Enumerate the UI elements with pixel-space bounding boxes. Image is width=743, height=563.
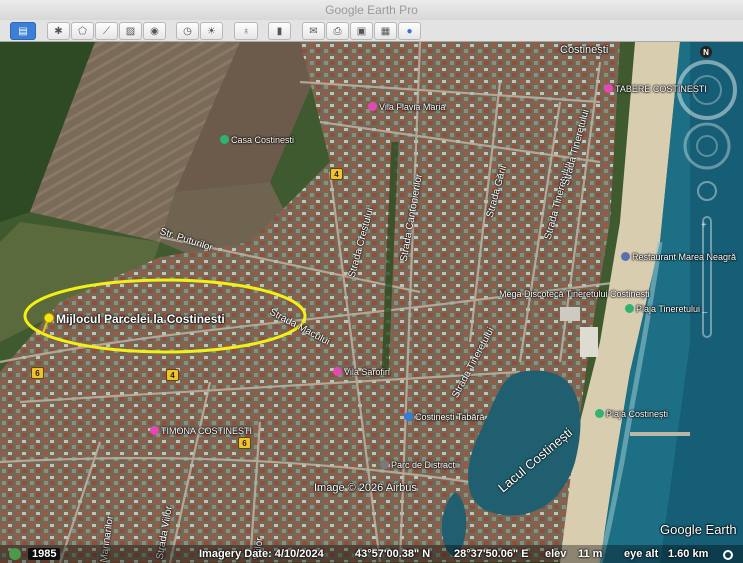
- add-placemark-button[interactable]: ✱: [47, 22, 70, 40]
- map-viewport[interactable]: N + − Costinești Vila Flavia Maria Casa …: [0, 42, 743, 563]
- placemark-label: Mijlocul Parcelei la Costinesti: [56, 312, 225, 326]
- town-label: Costinești: [560, 44, 609, 56]
- imagery-date: Imagery Date: 4/10/2024: [199, 548, 324, 560]
- road-sign: 4: [166, 369, 179, 381]
- path-icon: ⟋: [103, 25, 110, 37]
- zoom-in-icon[interactable]: +: [701, 220, 707, 231]
- ruler-button[interactable]: ▮: [268, 22, 291, 40]
- sidebar-icon: ▤: [18, 25, 28, 37]
- add-polygon-button[interactable]: ⬠: [71, 22, 94, 40]
- ruler-icon: ▮: [276, 25, 283, 37]
- add-path-button[interactable]: ⟋: [95, 22, 118, 40]
- poi-casa-costinesti[interactable]: Casa Costinesti: [220, 135, 294, 145]
- window-title: Google Earth Pro: [325, 3, 418, 17]
- image-overlay-icon: ▨: [125, 25, 136, 37]
- place-icon: [220, 135, 229, 144]
- poi-parc-de-distractii[interactable]: Parc de Distracții: [380, 460, 459, 470]
- save-image-icon: ▣: [356, 25, 367, 37]
- record-tour-icon: ◉: [150, 25, 159, 37]
- globe-icon: ●: [406, 25, 413, 37]
- latitude: 43°57'00.38" N: [355, 548, 431, 560]
- print-button[interactable]: ⎙: [326, 22, 349, 40]
- loading-spinner-icon: [723, 550, 733, 560]
- poi-vila-sarofin[interactable]: Vila Sarofin: [333, 367, 390, 377]
- envelope-icon: ✉: [309, 25, 318, 37]
- status-bar: 1985 Imagery Date: 4/10/2024 43°57'00.38…: [0, 545, 743, 563]
- eye-alt-value: 1.60 km: [668, 548, 709, 560]
- sun-icon: ☀: [207, 25, 216, 37]
- earth-gallery-button[interactable]: ●: [398, 22, 421, 40]
- poi-costinesti-tabara[interactable]: Costinești Tabără: [404, 412, 484, 422]
- record-tour-button[interactable]: ◉: [143, 22, 166, 40]
- historical-year[interactable]: 1985: [28, 548, 61, 560]
- planet-icon: ♁: [242, 25, 250, 37]
- historical-imagery-button[interactable]: ◷: [176, 22, 199, 40]
- sunlight-button[interactable]: ☀: [200, 22, 223, 40]
- map-view-icon: ▦: [380, 25, 391, 37]
- beach-icon: [625, 304, 634, 313]
- restaurant-icon: [621, 252, 630, 261]
- zoom-out-icon[interactable]: −: [702, 308, 708, 319]
- poi-vila-flavia-maria[interactable]: Vila Flavia Maria: [368, 102, 445, 112]
- hotel-icon: [150, 426, 159, 435]
- history-clock-icon[interactable]: [9, 548, 21, 560]
- hotel-icon: [604, 84, 613, 93]
- longitude: 28°37'50.06" E: [454, 548, 529, 560]
- eye-alt-label: eye alt: [624, 548, 659, 560]
- beach-icon: [595, 409, 604, 418]
- printer-icon: ⎙: [333, 25, 342, 37]
- elevation-label: elev: [545, 548, 567, 560]
- sidebar-toggle-button[interactable]: ▤: [10, 22, 36, 40]
- imagery-attribution: Image © 2026 Airbus: [314, 482, 417, 494]
- hotel-icon: [368, 102, 377, 111]
- email-button[interactable]: ✉: [302, 22, 325, 40]
- poi-plaja-tineretului[interactable]: Plaja Tineretului: [625, 304, 700, 314]
- poi-tabere-costinesti[interactable]: TABERE COSTINEȘTI: [604, 84, 707, 94]
- add-overlay-button[interactable]: ▨: [119, 22, 142, 40]
- park-icon: [380, 460, 389, 469]
- compass-north[interactable]: N: [700, 46, 712, 58]
- road-sign: 6: [31, 367, 44, 379]
- road-sign: 4: [330, 168, 343, 180]
- placemark-star-icon: ✱: [54, 25, 63, 37]
- elevation-value: 11 m: [578, 548, 603, 560]
- history-clock-icon: ◷: [183, 25, 192, 37]
- title-bar: Google Earth Pro: [0, 0, 743, 21]
- transit-icon: [404, 412, 413, 421]
- save-image-button[interactable]: ▣: [350, 22, 373, 40]
- poi-plaja-costinesti[interactable]: Plaja Costinești: [595, 409, 668, 419]
- view-in-maps-button[interactable]: ▦: [374, 22, 397, 40]
- poi-restaurant-marea-neagra[interactable]: Restaurant Marea Neagră: [621, 252, 736, 262]
- google-earth-watermark: Google Earth: [660, 522, 737, 537]
- pushpin-icon: [42, 312, 55, 334]
- hotel-icon: [333, 367, 342, 376]
- toolbar: ▤ ✱ ⬠ ⟋ ▨ ◉ ◷ ☀ ♁ ▮ ✉ ⎙ ▣ ▦ ●: [0, 20, 743, 42]
- switch-planet-button[interactable]: ♁: [234, 22, 258, 40]
- poi-mega-discoteca[interactable]: Mega Discotecă Tineretului Costinești: [499, 289, 650, 299]
- polygon-icon: ⬠: [78, 25, 87, 37]
- poi-timona-costinesti[interactable]: TIMONA COSTINEȘTI: [150, 426, 252, 436]
- road-sign: 6: [238, 437, 251, 449]
